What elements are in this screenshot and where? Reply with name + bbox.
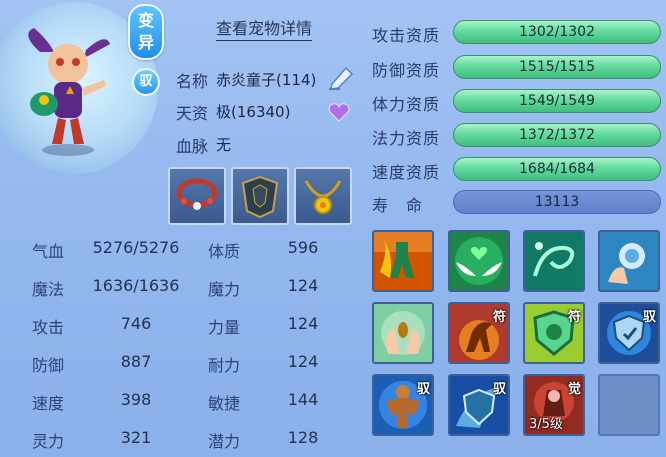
aptitude-label: 速度资质 [372,163,441,182]
skill-hand-orb-icon [600,232,658,290]
attr-value: 5276/5276 [92,238,180,257]
skill-slot[interactable] [598,230,660,292]
attr-value: 398 [120,390,152,409]
attr-label: 魔法 [32,280,65,299]
skill-fire-figure-icon [374,232,432,290]
skill-slot[interactable] [372,302,434,364]
aptitude-label: 体力资质 [372,95,441,114]
attr-value-2: 128 [287,428,319,447]
skill-green-swirl-icon [525,232,583,290]
variant-badge-bottom: 异 [137,33,154,52]
attr-value-2: 124 [287,314,319,333]
attr-label-2: 体质 [208,242,241,261]
skill-slot[interactable]: 驭 [598,302,660,364]
attr-label: 防御 [32,356,65,375]
dark-armor-icon [241,175,279,219]
attr-value: 1636/1636 [92,276,180,295]
name-value: 赤炎童子(114) [216,71,317,89]
attr-label-2: 敏捷 [208,394,241,413]
attr-label: 气血 [32,242,65,261]
aptitude-label: 攻击资质 [372,26,441,45]
skill-slot[interactable]: 驭 [372,374,434,436]
skill-tag: 驭 [416,382,430,397]
skill-slot[interactable]: 驭 [448,374,510,436]
attr-value-2: 596 [287,238,319,257]
bloodline-value: 无 [216,136,232,154]
variant-badge-top: 变 [137,11,154,30]
pet-info-panel: 变 异 驭 查看宠物详情 名称 赤炎童子(114) 天资 极(16340) 血脉… [0,0,666,457]
attr-value-2: 144 [287,390,319,409]
attr-label-2: 耐力 [208,356,241,375]
name-label: 名称 [176,72,209,91]
gold-necklace-icon [304,180,342,214]
edit-name-icon[interactable] [326,64,356,90]
attr-value-2: 124 [287,352,319,371]
aptitude-bar: 1302/1302 [453,20,661,44]
skill-tag: 符 [492,310,506,325]
variant-badge: 变 异 [128,4,164,60]
attr-label: 速度 [32,394,65,413]
skill-slot[interactable]: 符 [523,302,585,364]
skill-slot[interactable]: 觉 3/5级 [523,374,585,436]
attr-value: 887 [120,352,152,371]
view-pet-details-link[interactable]: 查看宠物详情 [216,18,313,41]
aptitude-bar: 1549/1549 [453,89,661,113]
red-collar-icon [176,178,218,210]
aptitude-bar: 1372/1372 [453,123,661,147]
equip-slot-armor[interactable] [231,167,289,225]
aptitude-bar: 1515/1515 [453,55,661,79]
attr-label-2: 力量 [208,318,241,337]
skill-tag: 驭 [492,382,506,397]
aptitude-value: 极(16340) [216,103,291,121]
lifespan-bar: 13113 [453,190,661,214]
empty-skill-slot[interactable] [598,374,660,436]
skill-hand-seed-icon [374,304,432,362]
attr-label-2: 潜力 [208,432,241,451]
aptitude-label: 防御资质 [372,61,441,80]
skill-tag: 觉 [567,382,581,397]
equip-slot-collar[interactable] [168,167,226,225]
skill-level: 3/5级 [529,417,563,432]
skill-slot[interactable] [372,230,434,292]
heart-icon[interactable] [328,102,350,122]
skill-slot[interactable]: 符 [448,302,510,364]
bloodline-label: 血脉 [176,137,209,156]
attr-value: 321 [120,428,152,447]
aptitude-bar: 1684/1684 [453,157,661,181]
attr-label-2: 魔力 [208,280,241,299]
pet-figure-icon [28,28,110,156]
equip-slot-necklace[interactable] [294,167,352,225]
aptitude-label: 法力资质 [372,129,441,148]
control-badge: 驭 [132,68,160,96]
attr-label: 灵力 [32,432,65,451]
attr-value-2: 124 [287,276,319,295]
skill-green-heart-wings-icon [450,232,508,290]
attr-label: 攻击 [32,318,65,337]
skill-slot[interactable] [448,230,510,292]
skill-tag: 符 [567,310,581,325]
aptitude-label: 天资 [176,104,209,123]
skill-tag: 驭 [642,310,656,325]
attr-value: 746 [120,314,152,333]
skill-slot[interactable] [523,230,585,292]
lifespan-label: 寿 命 [372,196,424,215]
